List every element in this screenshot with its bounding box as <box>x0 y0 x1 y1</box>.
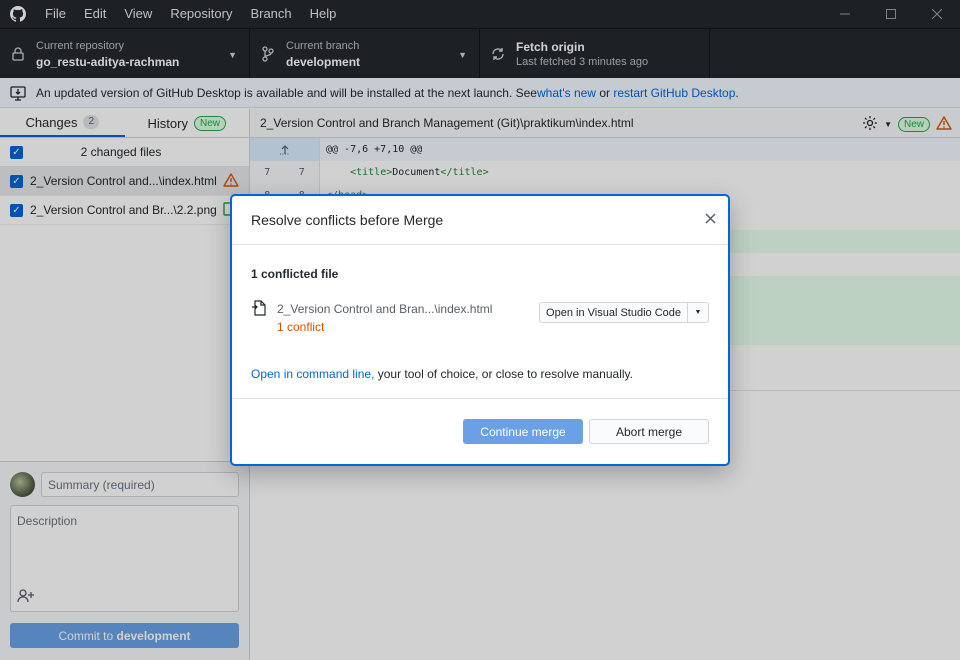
open-in-editor-label: Open in Visual Studio Code <box>540 303 688 322</box>
chevron-down-icon[interactable]: ▼ <box>688 309 708 316</box>
open-in-editor-button[interactable]: Open in Visual Studio Code ▼ <box>539 302 709 323</box>
conflicted-file-item: 2_Version Control and Bran...\index.html… <box>251 300 709 340</box>
abort-merge-button[interactable]: Abort merge <box>589 419 709 444</box>
conflict-count: 1 conflict <box>277 320 325 334</box>
conflicted-file-name: 2_Version Control and Bran...\index.html <box>277 302 493 316</box>
file-diff-icon <box>251 300 277 340</box>
merge-conflicts-dialog: Resolve conflicts before Merge 1 conflic… <box>230 194 730 466</box>
conflicted-file-count: 1 conflicted file <box>251 267 339 281</box>
manual-instructions: your tool of choice, or close to resolve… <box>374 367 633 381</box>
continue-merge-button[interactable]: Continue merge <box>463 419 583 444</box>
resolve-manually-text: Open in command line, your tool of choic… <box>251 367 709 381</box>
dialog-title: Resolve conflicts before Merge <box>251 212 444 228</box>
open-command-line-link[interactable]: Open in command line, <box>251 367 374 381</box>
close-icon[interactable] <box>702 212 718 228</box>
